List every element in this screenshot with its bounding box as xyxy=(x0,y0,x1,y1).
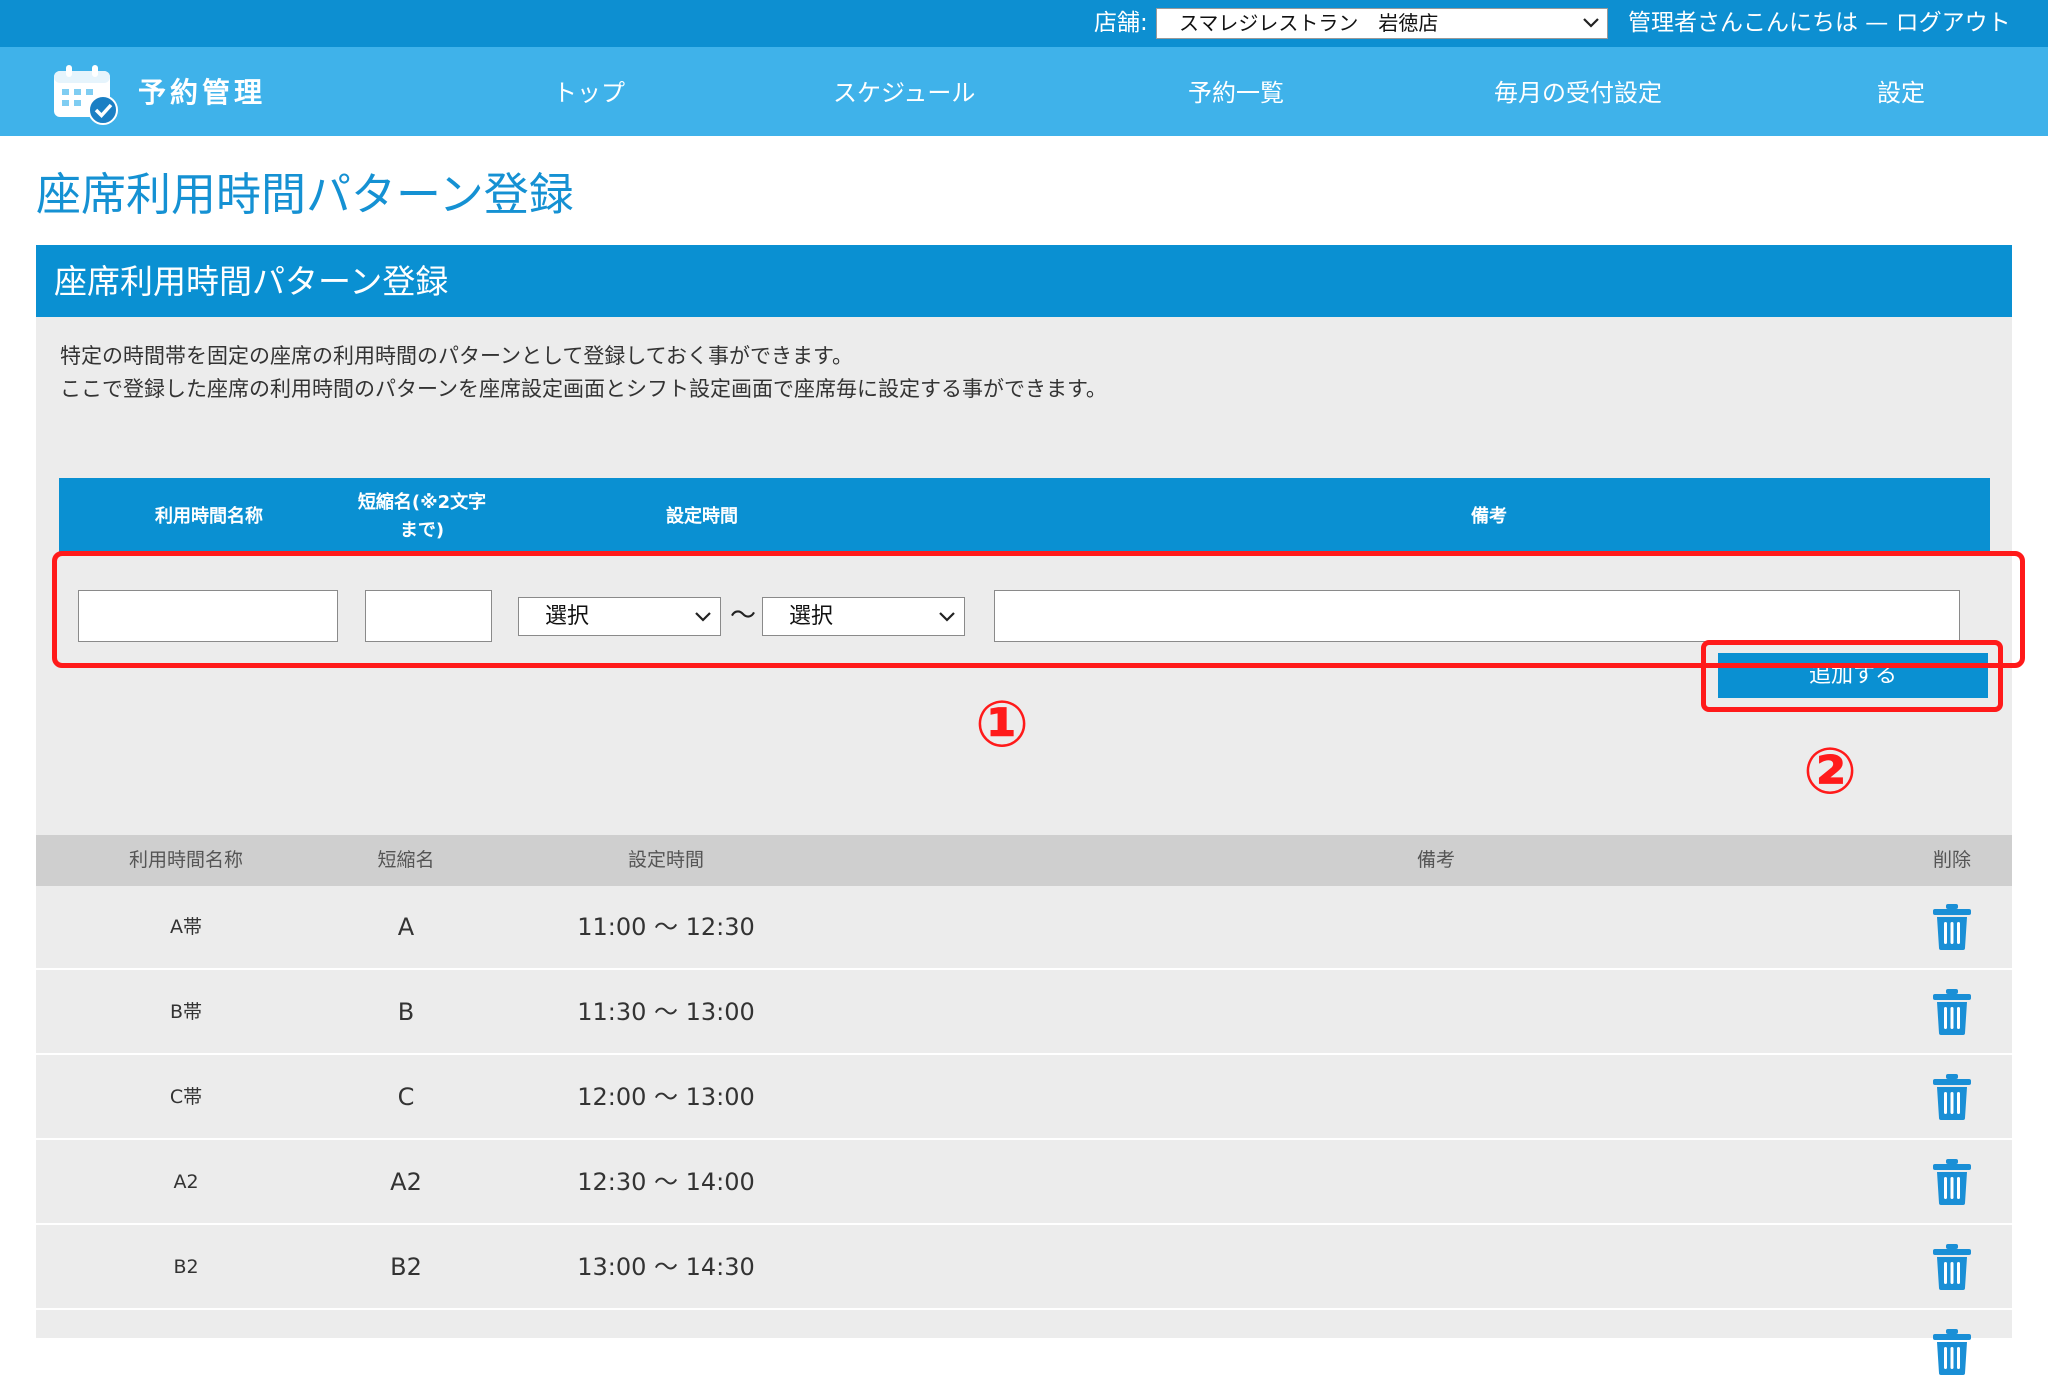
row-name: B帯 xyxy=(169,1001,203,1023)
list-header-note: 備考 xyxy=(1416,849,1455,871)
form-header-short: 短縮名(※2文字まで) xyxy=(357,491,487,541)
description-line-2: ここで登録した座席の利用時間のパターンを座席設定画面とシフト設定画面で座席毎に設… xyxy=(60,377,1107,401)
form-header-name: 利用時間名称 xyxy=(155,505,263,527)
page-title: 座席利用時間パターン登録 xyxy=(36,168,574,221)
row-short-name: A xyxy=(397,913,415,941)
form-header-note: 備考 xyxy=(1471,505,1507,527)
row-time-range: 12:00 〜 13:00 xyxy=(577,1083,755,1111)
row-time-range: 12:30 〜 14:00 xyxy=(577,1168,755,1196)
nav-item-top[interactable]: トップ xyxy=(553,75,625,111)
annotation-marker-2: ② xyxy=(1803,735,1858,809)
form-header-time: 設定時間 xyxy=(666,505,738,527)
form-header-row: 利用時間名称 短縮名(※2文字まで) 設定時間 備考 xyxy=(59,478,1990,555)
row-note xyxy=(1286,886,1586,968)
annotation-marker-1: ① xyxy=(975,688,1030,762)
list-header-name: 利用時間名称 xyxy=(128,849,243,871)
row-time-range: 11:00 〜 12:30 xyxy=(577,913,755,941)
top-utility-bar: 店舗: スマレジレストラン 岩徳店 管理者さんこんにちは — ログアウト xyxy=(0,0,2048,47)
list-header-row: 利用時間名称 短縮名 設定時間 備考 削除 xyxy=(36,835,2012,886)
row-note xyxy=(1286,971,1586,1053)
trash-icon[interactable] xyxy=(1932,1328,1972,1376)
trash-icon[interactable] xyxy=(1932,1243,1972,1291)
list-header-delete: 削除 xyxy=(1932,849,1971,871)
row-time-range: 11:30 〜 13:00 xyxy=(577,998,755,1026)
row-short-name: B2 xyxy=(390,1253,422,1281)
row-short-name: B xyxy=(397,998,415,1026)
table-row: A帯 A 11:00 〜 12:30 xyxy=(36,886,2012,970)
greeting-logout-link[interactable]: 管理者さんこんにちは — ログアウト xyxy=(1628,8,2011,38)
trash-icon[interactable] xyxy=(1932,1073,1972,1121)
table-row: C帯 C 12:00 〜 13:00 xyxy=(36,1056,2012,1140)
panel-header: 座席利用時間パターン登録 xyxy=(36,245,2012,317)
nav-item-settings[interactable]: 設定 xyxy=(1877,75,1925,111)
panel-title: 座席利用時間パターン登録 xyxy=(54,262,449,301)
table-row: B2 B2 13:00 〜 14:30 xyxy=(36,1226,2012,1310)
calendar-check-icon xyxy=(53,63,119,125)
row-note xyxy=(1286,1056,1586,1138)
row-name: C帯 xyxy=(169,1086,203,1108)
nav-item-monthly-reception-settings[interactable]: 毎月の受付設定 xyxy=(1494,75,1662,111)
row-name: A2 xyxy=(173,1171,199,1193)
row-note xyxy=(1286,1141,1586,1223)
trash-icon[interactable] xyxy=(1932,1158,1972,1206)
store-select[interactable]: スマレジレストラン 岩徳店 xyxy=(1156,8,1608,39)
row-name: B2 xyxy=(173,1256,199,1278)
trash-icon[interactable] xyxy=(1932,988,1972,1036)
row-short-name: C xyxy=(397,1083,415,1111)
store-select-value: スマレジレストラン 岩徳店 xyxy=(1179,11,1439,35)
annotation-box-2 xyxy=(1701,640,2003,712)
list-header-short: 短縮名 xyxy=(377,849,435,871)
nav-item-schedule[interactable]: スケジュール xyxy=(833,75,975,111)
app-logo-text[interactable]: 予約管理 xyxy=(138,75,266,111)
row-time-range: 13:00 〜 14:30 xyxy=(577,1253,755,1281)
main-panel: 座席利用時間パターン登録 特定の時間帯を固定の座席の利用時間のパターンとして登録… xyxy=(36,245,2025,1375)
table-row: B帯 B 11:30 〜 13:00 xyxy=(36,971,2012,1055)
row-note xyxy=(1286,1226,1586,1308)
chevron-down-icon xyxy=(1581,8,1601,46)
list-header-time: 設定時間 xyxy=(627,849,704,871)
table-row: A2 A2 12:30 〜 14:00 xyxy=(36,1141,2012,1225)
description-line-1: 特定の時間帯を固定の座席の利用時間のパターンとして登録しておく事ができます。 xyxy=(60,344,853,368)
store-label: 店舗: xyxy=(1094,10,1148,36)
trash-icon[interactable] xyxy=(1932,903,1972,951)
row-name: A帯 xyxy=(170,916,202,938)
row-short-name: A2 xyxy=(390,1168,422,1196)
main-nav-bar: 予約管理 トップ スケジュール 予約一覧 毎月の受付設定 設定 xyxy=(0,47,2048,136)
nav-item-reservation-list[interactable]: 予約一覧 xyxy=(1188,75,1284,111)
